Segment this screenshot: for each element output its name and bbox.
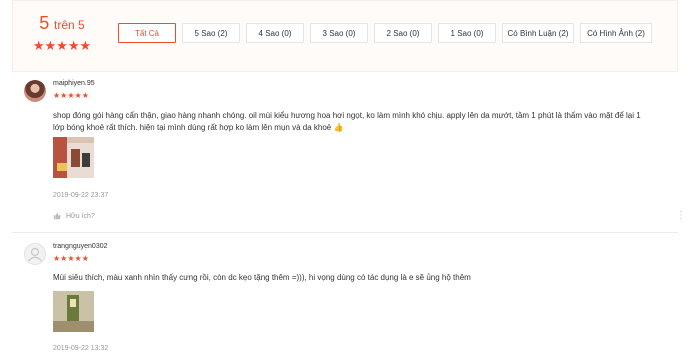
review-username[interactable]: trangnguyen0302 <box>53 243 108 250</box>
user-icon <box>28 247 42 262</box>
helpful-button[interactable]: Hữu ích? <box>53 212 95 220</box>
rating-filter-bar: Tất Cả 5 Sao (2) 4 Sao (0) 3 Sao (0) 2 S… <box>118 23 652 43</box>
review-date: 2019-09-22 13:32 <box>53 345 109 352</box>
rating-score-value: 5 <box>39 13 50 33</box>
rating-summary: 5 trên 5 ★★★★★ Tất Cả 5 Sao (2) 4 Sao (0… <box>12 0 678 72</box>
filter-2-star[interactable]: 2 Sao (0) <box>374 23 432 43</box>
review-username[interactable]: maiphiyen.95 <box>53 80 95 87</box>
avatar[interactable] <box>24 243 46 265</box>
thumbs-up-icon <box>53 212 61 220</box>
review-stars: ★★★★★ <box>53 91 89 100</box>
filter-with-image[interactable]: Có Hình Ảnh (2) <box>580 23 652 43</box>
filter-all[interactable]: Tất Cả <box>118 23 176 43</box>
review-date: 2019-09-22 23:37 <box>53 192 109 199</box>
avatar[interactable] <box>24 80 46 102</box>
rating-score: 5 trên 5 <box>30 13 94 35</box>
filter-3-star[interactable]: 3 Sao (0) <box>310 23 368 43</box>
review-text: Mùi siêu thích, màu xanh nhìn thấy cưng … <box>53 273 471 282</box>
review-image[interactable] <box>53 291 94 332</box>
review-image[interactable] <box>53 137 94 178</box>
helpful-label: Hữu ích? <box>66 212 95 220</box>
rating-stars: ★★★★★ <box>32 38 92 53</box>
filter-1-star[interactable]: 1 Sao (0) <box>438 23 496 43</box>
review-divider <box>12 232 678 233</box>
filter-5-star[interactable]: 5 Sao (2) <box>182 23 240 43</box>
review-stars: ★★★★★ <box>53 254 89 263</box>
more-options-icon[interactable]: ⋮ <box>676 210 686 221</box>
rating-overview: 5 trên 5 ★★★★★ <box>30 13 94 53</box>
filter-4-star[interactable]: 4 Sao (0) <box>246 23 304 43</box>
filter-with-comment[interactable]: Có Bình Luận (2) <box>502 23 574 43</box>
rating-score-suffix: trên 5 <box>54 18 85 32</box>
review-text: shop đóng gói hàng cẩn thận, giao hàng n… <box>53 111 641 132</box>
